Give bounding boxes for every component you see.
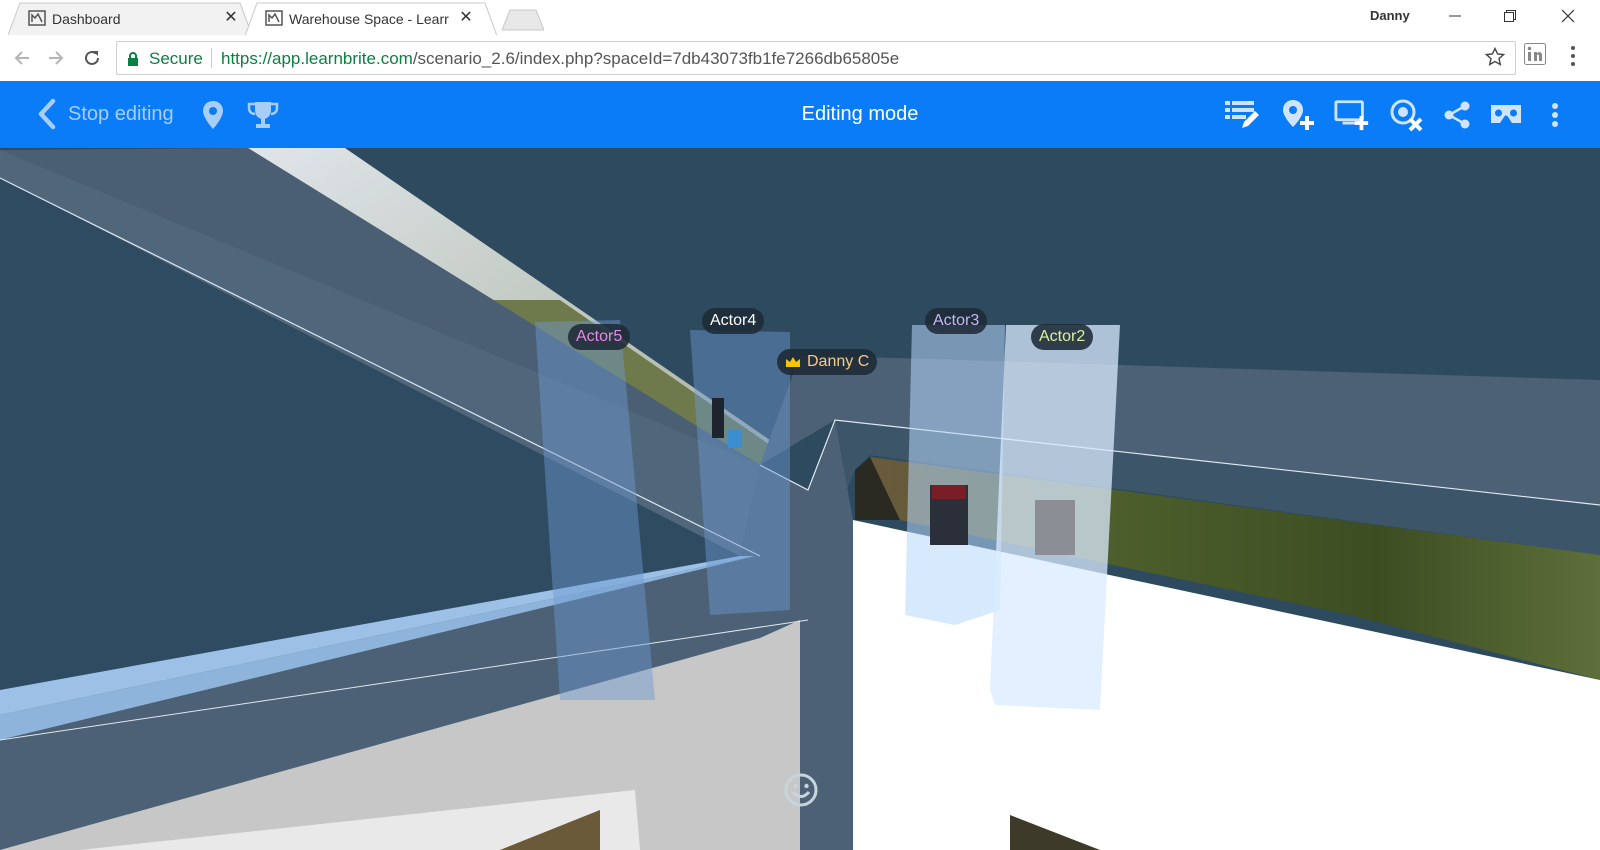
restore-icon bbox=[1504, 10, 1516, 22]
lock-icon bbox=[128, 52, 138, 66]
map-pin-icon bbox=[203, 101, 223, 129]
add-location-button[interactable] bbox=[1280, 97, 1316, 133]
vr-mode-button[interactable] bbox=[1488, 97, 1524, 133]
actor-name: Actor5 bbox=[576, 328, 623, 345]
3d-scene-canvas[interactable]: Actor5 Actor4 Danny C Actor3 Actor2 bbox=[0, 148, 1600, 850]
url-host: https://app.learnbrite.com bbox=[221, 49, 413, 68]
restore-button[interactable] bbox=[1483, 0, 1537, 32]
tab-dashboard[interactable]: Dashboard ✕ bbox=[8, 2, 252, 35]
add-screen-button[interactable] bbox=[1334, 97, 1370, 133]
back-button[interactable] bbox=[10, 46, 34, 70]
url-path: /scenario_2.6/index.php?spaceId=7db43073… bbox=[412, 49, 900, 68]
forward-arrow-icon bbox=[49, 51, 64, 65]
crown-icon bbox=[786, 357, 800, 367]
learnbrite-favicon-icon bbox=[265, 10, 283, 26]
reload-icon bbox=[85, 50, 99, 65]
smiley-icon[interactable] bbox=[783, 772, 819, 808]
new-tab-button[interactable] bbox=[502, 9, 544, 31]
address-bar: Secure https://app.learnbrite.com/scenar… bbox=[0, 35, 1600, 82]
edit-list-button[interactable] bbox=[1224, 97, 1260, 133]
actor-name: Actor2 bbox=[1039, 328, 1086, 345]
more-vert-icon bbox=[1552, 103, 1558, 127]
forward-button[interactable] bbox=[44, 46, 68, 70]
app-toolbar: Stop editing Editing mode bbox=[0, 81, 1600, 148]
linkedin-extension-icon[interactable] bbox=[1524, 43, 1546, 65]
bookmark-star-icon[interactable] bbox=[1485, 47, 1505, 67]
add-location-icon bbox=[1283, 100, 1314, 130]
trophy-button[interactable] bbox=[245, 97, 281, 133]
actor3-label[interactable]: Actor3 bbox=[925, 308, 988, 334]
security-label: Secure bbox=[149, 49, 203, 68]
tab-strip: Dashboard ✕ Warehouse Space - Learr ✕ Da… bbox=[0, 0, 1600, 35]
minimize-button[interactable] bbox=[1428, 0, 1482, 32]
tab-title: Dashboard bbox=[52, 11, 121, 27]
stop-editing-button[interactable]: Stop editing bbox=[36, 98, 174, 130]
url-text[interactable]: https://app.learnbrite.com/scenario_2.6/… bbox=[221, 49, 899, 69]
remove-target-icon bbox=[1390, 99, 1423, 132]
actor-name: Actor3 bbox=[933, 312, 980, 329]
vr-headset-icon bbox=[1491, 105, 1521, 123]
tab-warehouse-space[interactable]: Warehouse Space - Learr ✕ bbox=[245, 2, 497, 35]
add-screen-icon bbox=[1334, 100, 1369, 131]
reload-button[interactable] bbox=[80, 46, 104, 70]
trophy-icon bbox=[247, 102, 279, 128]
tab-title: Warehouse Space - Learr bbox=[289, 11, 449, 27]
actor4-label[interactable]: Actor4 bbox=[702, 308, 765, 334]
omnibox[interactable]: Secure https://app.learnbrite.com/scenar… bbox=[116, 41, 1516, 75]
tab-close-icon[interactable]: ✕ bbox=[457, 9, 475, 27]
back-arrow-icon bbox=[14, 51, 29, 65]
stop-editing-label: Stop editing bbox=[68, 102, 174, 125]
share-button[interactable] bbox=[1439, 97, 1475, 133]
actor5-label[interactable]: Actor5 bbox=[568, 324, 631, 350]
remove-target-button[interactable] bbox=[1388, 97, 1424, 133]
profile-name[interactable]: Danny bbox=[1370, 8, 1410, 23]
actor-name: Actor4 bbox=[710, 312, 757, 329]
tab-close-icon[interactable]: ✕ bbox=[222, 9, 240, 27]
chevron-left-icon bbox=[38, 98, 56, 130]
close-icon bbox=[1561, 9, 1575, 23]
more-options-button[interactable] bbox=[1537, 97, 1573, 133]
editing-mode-title: Editing mode bbox=[801, 103, 919, 125]
share-icon bbox=[1444, 101, 1470, 129]
browser-menu-icon[interactable] bbox=[1570, 45, 1576, 67]
danny-c-label[interactable]: Danny C bbox=[777, 349, 878, 375]
user-name: Danny C bbox=[807, 353, 870, 370]
map-pin-button[interactable] bbox=[195, 97, 231, 133]
close-window-button[interactable] bbox=[1541, 0, 1595, 32]
minimize-icon bbox=[1449, 15, 1461, 17]
actor2-label[interactable]: Actor2 bbox=[1031, 324, 1094, 350]
edit-list-icon bbox=[1225, 101, 1259, 128]
divider bbox=[211, 48, 212, 68]
learnbrite-favicon-icon bbox=[28, 10, 46, 26]
scene-geometry bbox=[0, 148, 1600, 850]
